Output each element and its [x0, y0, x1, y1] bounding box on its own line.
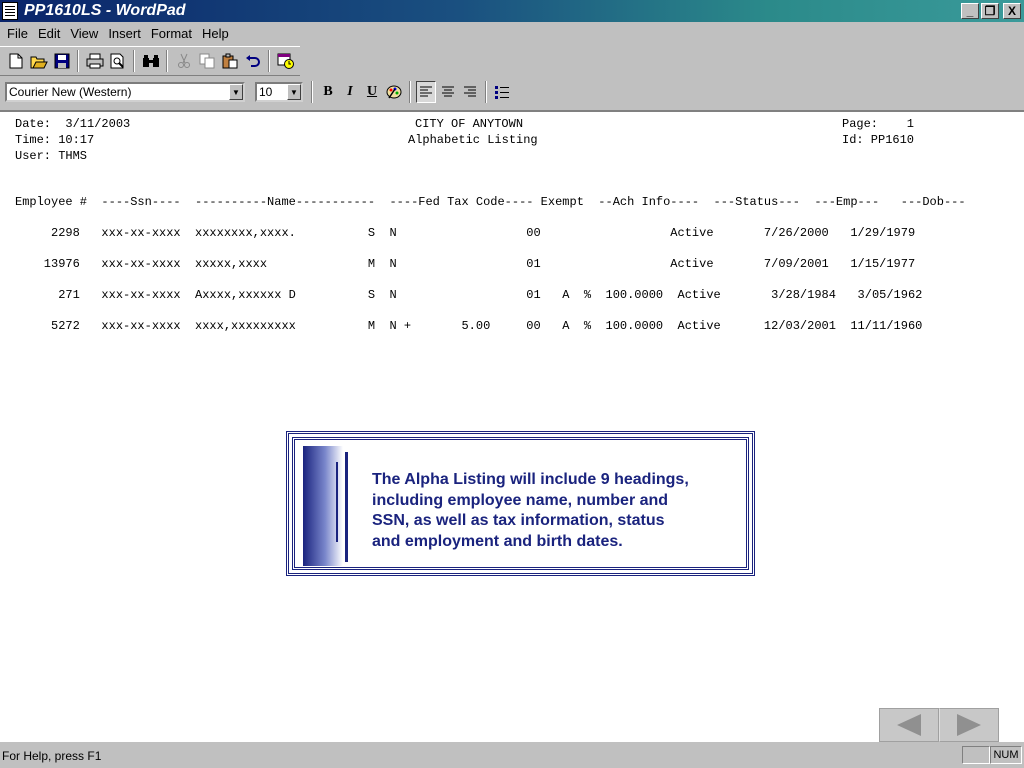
- minimize-button[interactable]: _: [961, 3, 979, 19]
- table-row: 5272 xxx-xx-xxxx xxxx,xxxxxxxxx M N + 5.…: [15, 319, 923, 333]
- open-icon[interactable]: [27, 50, 50, 72]
- menu-format[interactable]: Format: [146, 26, 197, 41]
- cut-icon[interactable]: [172, 50, 195, 72]
- toolbar-separator: [311, 81, 313, 103]
- close-button[interactable]: X: [1003, 3, 1021, 19]
- font-select-value: Courier New (Western): [9, 85, 132, 99]
- arrow-left-icon: [897, 714, 921, 736]
- report-time: Time: 10:17: [15, 133, 95, 147]
- chevron-down-icon[interactable]: ▼: [229, 84, 243, 100]
- report-date: Date: 3/11/2003: [15, 117, 131, 131]
- toolbar-separator: [268, 50, 270, 72]
- num-lock-indicator: NUM: [990, 746, 1022, 764]
- menu-edit[interactable]: Edit: [33, 26, 65, 41]
- report-org-title: CITY OF ANYTOWN: [415, 117, 524, 131]
- table-header: Employee # ----Ssn---- ----------Name---…: [15, 195, 966, 209]
- toolbar-separator: [77, 50, 79, 72]
- callout-text: The Alpha Listing will include 9 heading…: [372, 470, 732, 552]
- window-title: PP1610LS - WordPad: [24, 2, 186, 19]
- align-left-icon[interactable]: [416, 81, 436, 103]
- find-icon[interactable]: [139, 50, 162, 72]
- italic-button[interactable]: I: [340, 81, 360, 103]
- underline-button[interactable]: U: [362, 81, 382, 103]
- table-row: 13976 xxx-xx-xxxx xxxxx,xxxx M N 01 Acti…: [15, 257, 916, 271]
- save-icon[interactable]: [50, 50, 73, 72]
- chevron-down-icon[interactable]: ▼: [287, 84, 301, 100]
- status-indicator: [962, 746, 990, 764]
- print-icon[interactable]: [83, 50, 106, 72]
- info-callout: The Alpha Listing will include 9 heading…: [286, 431, 755, 576]
- font-select[interactable]: Courier New (Western) ▼: [5, 82, 245, 102]
- status-bar: For Help, press F1 NUM: [0, 744, 1024, 768]
- callout-accent-line: [336, 462, 338, 542]
- status-help-text: For Help, press F1: [2, 749, 102, 763]
- font-size-select[interactable]: 10 ▼: [255, 82, 303, 102]
- menu-file[interactable]: File: [2, 26, 33, 41]
- paste-icon[interactable]: [218, 50, 241, 72]
- title-bar[interactable]: PP1610LS - WordPad _ ❐ X: [0, 0, 1024, 22]
- callout-line: The Alpha Listing will include 9 heading…: [372, 471, 689, 488]
- slide-navigation: [879, 708, 999, 742]
- report-user: User: THMS: [15, 149, 88, 163]
- insert-datetime-icon[interactable]: [274, 50, 297, 72]
- restore-button[interactable]: ❐: [981, 3, 999, 19]
- bold-button[interactable]: B: [318, 81, 338, 103]
- undo-icon[interactable]: [241, 50, 264, 72]
- document-area[interactable]: Date: 3/11/2003 Time: 10:17 User: THMS C…: [0, 110, 1024, 742]
- toolbar-separator: [485, 81, 487, 103]
- menu-help[interactable]: Help: [197, 26, 234, 41]
- next-button[interactable]: [939, 708, 999, 742]
- report-title: Alphabetic Listing: [408, 133, 538, 147]
- format-toolbar: Courier New (Western) ▼ 10 ▼ B I U: [0, 78, 520, 106]
- toolbar-separator: [409, 81, 411, 103]
- menu-view[interactable]: View: [65, 26, 103, 41]
- toolbar-separator: [133, 50, 135, 72]
- color-palette-icon[interactable]: [384, 81, 404, 103]
- report-id: Id: PP1610: [842, 133, 915, 147]
- arrow-right-icon: [957, 714, 981, 736]
- wordpad-app-icon[interactable]: [2, 2, 18, 20]
- report-page: Page: 1: [842, 117, 915, 131]
- new-icon[interactable]: [4, 50, 27, 72]
- toolbar-separator: [166, 50, 168, 72]
- table-row: 271 xxx-xx-xxxx Axxxx,xxxxxx D S N 01 A …: [15, 288, 923, 302]
- font-size-value: 10: [259, 85, 273, 99]
- table-row: 2298 xxx-xx-xxxx xxxxxxxx,xxxx. S N 00 A…: [15, 226, 916, 240]
- previous-button[interactable]: [879, 708, 939, 742]
- callout-line: and employment and birth dates.: [372, 532, 623, 550]
- menu-insert[interactable]: Insert: [103, 26, 146, 41]
- standard-toolbar: [0, 46, 300, 76]
- callout-accent-line: [345, 452, 348, 562]
- callout-line: including employee name, number and: [372, 491, 669, 509]
- print-preview-icon[interactable]: [106, 50, 129, 72]
- align-right-icon[interactable]: [460, 81, 480, 103]
- callout-line: SSN, as well as tax information, status: [372, 512, 665, 529]
- bullets-icon[interactable]: [492, 81, 512, 103]
- copy-icon[interactable]: [195, 50, 218, 72]
- menu-bar: File Edit View Insert Format Help: [0, 22, 1024, 44]
- align-center-icon[interactable]: [438, 81, 458, 103]
